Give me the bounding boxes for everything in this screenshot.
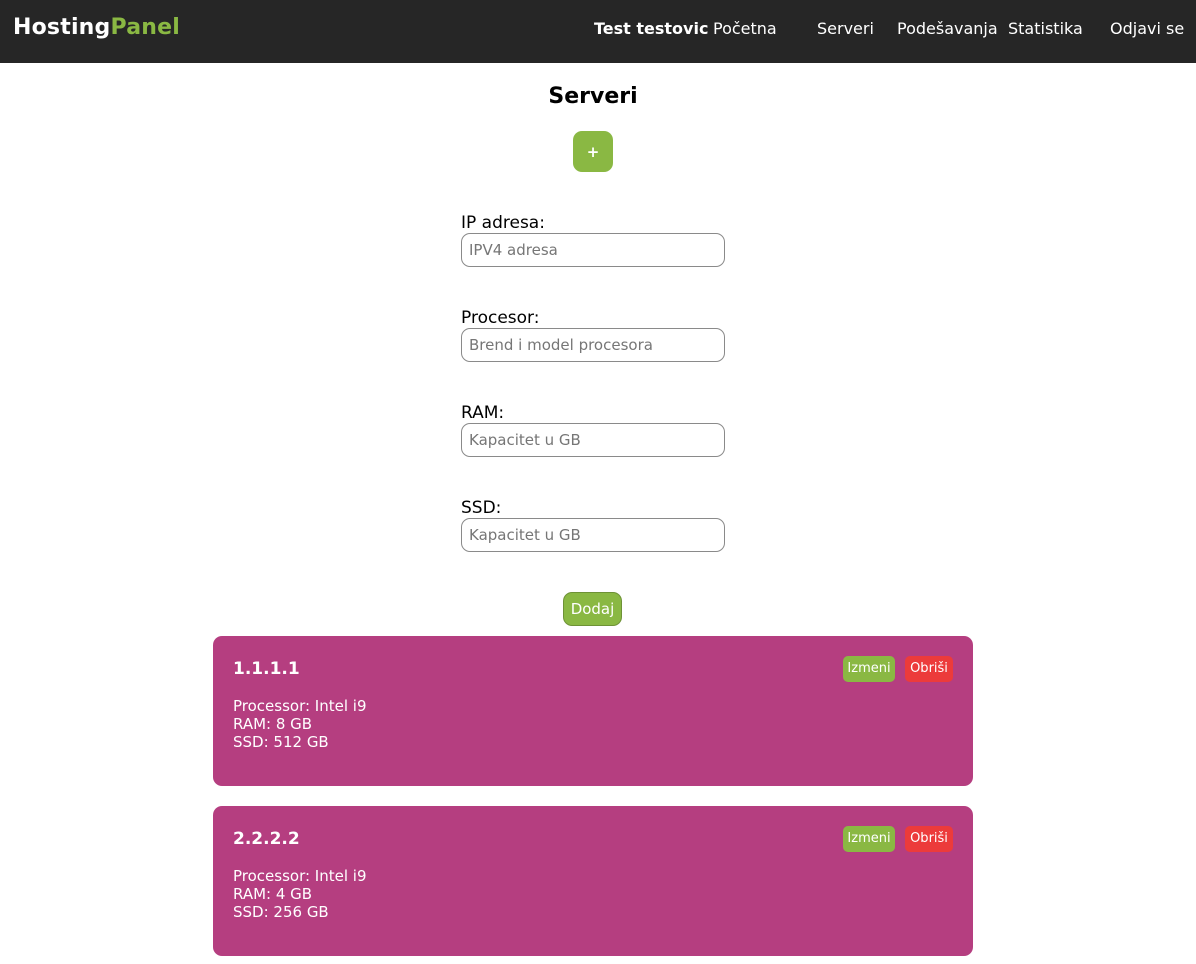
processor-input[interactable] — [461, 328, 725, 362]
nav-link-statistics[interactable]: Statistika — [1008, 18, 1083, 40]
nav-link-settings[interactable]: Podešavanja — [897, 18, 998, 40]
ram-input[interactable] — [461, 423, 725, 457]
navbar: HostingPanel Test testovic Početna Serve… — [0, 0, 1196, 63]
processor-label: Procesor: — [461, 308, 540, 328]
server-processor: Processor: Intel i9 — [233, 697, 367, 715]
brand-name-first: Hosting — [13, 15, 111, 40]
server-ram: RAM: 8 GB — [233, 715, 313, 733]
nav-user-name[interactable]: Test testovic — [594, 18, 708, 40]
server-card: 1.1.1.1 Izmeni Obriši Processor: Intel i… — [213, 636, 973, 786]
nav-link-home[interactable]: Početna — [713, 18, 777, 40]
page-title: Serveri — [548, 84, 638, 109]
server-ip: 1.1.1.1 — [233, 659, 300, 679]
ram-label: RAM: — [461, 403, 505, 423]
server-processor: Processor: Intel i9 — [233, 867, 367, 885]
add-server-submit-button[interactable]: Dodaj — [563, 592, 622, 626]
edit-server-button[interactable]: Izmeni — [843, 826, 895, 852]
ssd-input[interactable] — [461, 518, 725, 552]
edit-server-button[interactable]: Izmeni — [843, 656, 895, 682]
brand-logo[interactable]: HostingPanel — [13, 14, 180, 42]
nav-link-logout[interactable]: Odjavi se — [1110, 18, 1184, 40]
ip-address-label: IP adresa: — [461, 213, 545, 233]
nav-link-servers[interactable]: Serveri — [817, 18, 874, 40]
add-server-toggle-button[interactable]: + — [573, 131, 613, 172]
server-ram: RAM: 4 GB — [233, 885, 313, 903]
delete-server-button[interactable]: Obriši — [905, 826, 953, 852]
server-ssd: SSD: 512 GB — [233, 733, 329, 751]
ip-address-input[interactable] — [461, 233, 725, 267]
delete-server-button[interactable]: Obriši — [905, 656, 953, 682]
ssd-label: SSD: — [461, 498, 502, 518]
server-ssd: SSD: 256 GB — [233, 903, 329, 921]
brand-name-second: Panel — [110, 15, 181, 40]
server-card: 2.2.2.2 Izmeni Obriši Processor: Intel i… — [213, 806, 973, 956]
server-ip: 2.2.2.2 — [233, 829, 300, 849]
